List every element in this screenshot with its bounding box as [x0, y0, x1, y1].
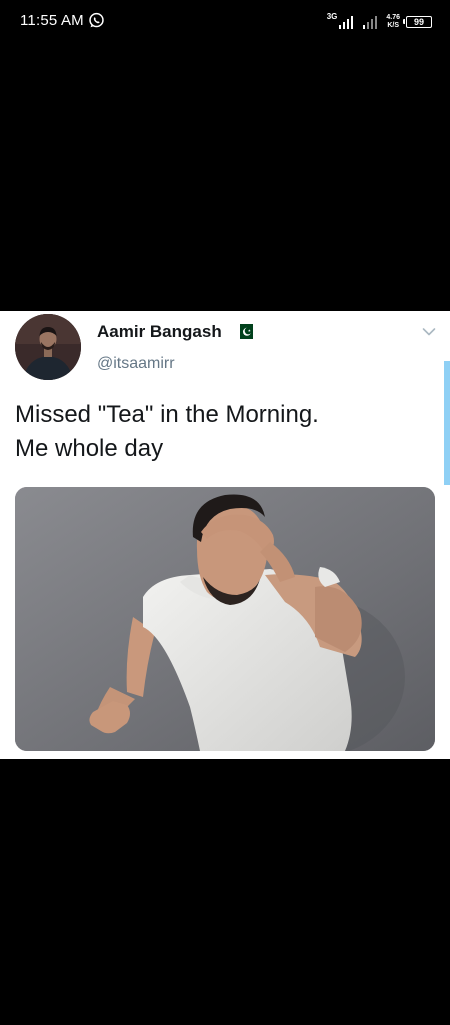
signal-strength-sim2-icon [363, 16, 378, 29]
chevron-down-icon[interactable] [422, 327, 436, 337]
screen: 11:55 AM 3G 4.76 K/S 99 Aamir Bangash @i… [0, 0, 450, 1025]
battery-icon: 99 [403, 16, 432, 28]
tweet-media-image[interactable] [15, 487, 435, 751]
display-name[interactable]: Aamir Bangash [97, 322, 222, 342]
avatar[interactable] [15, 314, 81, 380]
user-handle[interactable]: @itsaamirr [97, 355, 175, 373]
tweet-text-line: Me whole day [15, 435, 164, 462]
signal-strength-icon [339, 16, 354, 29]
scrollbar-thumb[interactable] [444, 361, 450, 485]
status-indicators: 3G 4.76 K/S 99 [327, 10, 432, 34]
tweet-card[interactable]: Aamir Bangash @itsaamirr Missed "Tea" in… [0, 311, 450, 759]
status-bar: 11:55 AM 3G 4.76 K/S 99 [0, 0, 450, 44]
status-time: 11:55 AM [20, 12, 84, 29]
avatar-image [15, 314, 81, 380]
network-speed-value: 4.76 [386, 14, 400, 21]
network-speed-unit: K/S [387, 22, 400, 29]
tweet-text-line: Missed "Tea" in the Morning. [15, 401, 319, 428]
pakistan-flag-icon [236, 324, 253, 339]
whatsapp-icon [89, 12, 104, 28]
network-speed: 4.76 K/S [386, 14, 400, 30]
tweet-text: Missed "Tea" in the Morning. Me whole da… [15, 398, 435, 466]
meme-photo [15, 487, 435, 751]
network-type: 3G [326, 12, 338, 21]
battery-level: 99 [413, 17, 424, 27]
